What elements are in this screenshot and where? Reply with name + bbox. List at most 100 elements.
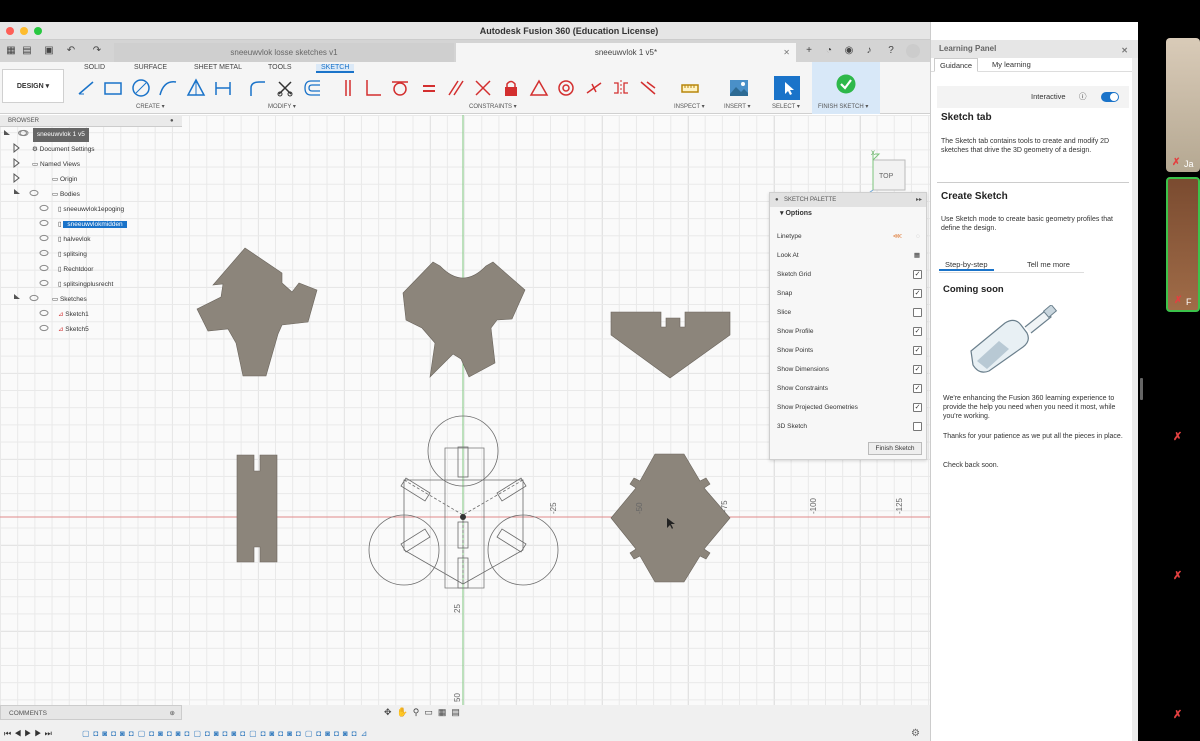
browser-collapse-icon[interactable]: ● (170, 115, 174, 127)
fillet-tool-icon[interactable] (247, 78, 267, 98)
palette-collapse-icon[interactable]: ▸▸ (916, 193, 922, 207)
workspace-switcher[interactable]: DESIGN ▾ (2, 69, 64, 103)
option-label: Look At (777, 252, 799, 259)
show-projected-checkbox[interactable]: ✓ (913, 403, 922, 412)
finish-sketch-group[interactable]: FINISH SKETCH ▾ (812, 62, 880, 114)
extensions-icon[interactable]: ◔ (822, 44, 836, 58)
construction-line-icon[interactable]: ⋘ (893, 227, 902, 246)
3d-sketch-checkbox[interactable] (913, 422, 922, 431)
sketch-palette-header[interactable]: ● SKETCH PALETTE ▸▸ (770, 193, 926, 207)
timeline-controls[interactable]: ⏮◀▶▶⏭ (4, 727, 55, 741)
group-modify-label[interactable]: MODIFY ▾ (268, 103, 296, 110)
file-menu-icon[interactable]: ▤ (20, 44, 34, 58)
group-select-label[interactable]: SELECT ▾ (772, 103, 800, 110)
redo-icon[interactable]: ↷ (90, 44, 104, 58)
close-tab-icon[interactable]: ✕ (783, 43, 790, 62)
doc-tab-losse-sketches[interactable]: sneeuwvlok losse sketches v1 (114, 43, 454, 62)
help-icon[interactable]: ? (884, 44, 898, 58)
show-points-checkbox[interactable]: ✓ (913, 346, 922, 355)
timeline-features[interactable]: ▢◘◙◘◙◘▢◘◙◘◙◘▢◘◙◘◙◘▢◘◙◘◙◘▢◘◙◘◙◘⊿ (82, 727, 371, 741)
symmetry-icon[interactable] (611, 78, 631, 98)
grid-icon[interactable]: ▦ (438, 707, 452, 717)
minimize-window-button[interactable] (20, 27, 28, 35)
browser-tree-expanders[interactable] (0, 127, 60, 347)
tangent-icon[interactable] (390, 78, 410, 98)
interactive-toggle[interactable] (1101, 92, 1119, 102)
arc-tool-icon[interactable] (158, 78, 178, 98)
timeline-play-icon[interactable]: ▶ (24, 729, 34, 738)
circle-tool-icon[interactable] (131, 78, 151, 98)
save-icon[interactable]: ▣ (42, 44, 56, 58)
sketch-grid-checkbox[interactable]: ✓ (913, 270, 922, 279)
notifications-icon[interactable]: ♪ (862, 44, 876, 58)
browser-item-label: halvevlok (63, 236, 91, 243)
participant-video-2-active[interactable]: ✗ F (1166, 177, 1200, 312)
group-insert-label[interactable]: INSERT ▾ (724, 103, 750, 110)
curvature-icon[interactable] (638, 78, 658, 98)
undo-icon[interactable]: ↶ (64, 44, 78, 58)
coincident-icon[interactable] (473, 78, 493, 98)
comments-collapse-icon[interactable]: ⊕ (170, 706, 175, 721)
midpoint-icon[interactable] (584, 78, 604, 98)
strip-resize-handle[interactable] (1140, 378, 1143, 400)
options-section[interactable]: ▾ Options (770, 207, 926, 221)
triangle-constraint-icon[interactable] (529, 78, 549, 98)
measure-icon[interactable] (680, 78, 700, 98)
tab-my-learning[interactable]: My learning (987, 58, 1036, 72)
tab-solid[interactable]: SOLID (84, 64, 105, 71)
slice-checkbox[interactable] (913, 308, 922, 317)
horizontal-vertical-icon[interactable] (338, 78, 358, 98)
snap-checkbox[interactable]: ✓ (913, 289, 922, 298)
parallel-icon[interactable] (446, 78, 466, 98)
timeline-first-icon[interactable]: ⏮ (4, 729, 14, 738)
job-status-icon[interactable]: ◉ (842, 44, 856, 58)
show-constraints-checkbox[interactable]: ✓ (913, 384, 922, 393)
zoom-icon[interactable]: ⚲ (413, 707, 425, 717)
select-tool[interactable] (774, 76, 800, 100)
show-profile-checkbox[interactable]: ✓ (913, 327, 922, 336)
group-constraints-label[interactable]: CONSTRAINTS ▾ (469, 103, 517, 110)
timeline-last-icon[interactable]: ⏭ (45, 729, 55, 738)
tab-sketch[interactable]: SKETCH (316, 64, 355, 73)
participant-video-1[interactable]: ✗ Ja (1166, 38, 1200, 172)
equal-icon[interactable] (419, 78, 439, 98)
group-inspect-label[interactable]: INSPECT ▾ (674, 103, 705, 110)
pan-icon[interactable]: ✋ (397, 707, 413, 717)
orbit-icon[interactable]: ✥ (384, 707, 397, 717)
fix-lock-icon[interactable] (501, 78, 521, 98)
line-tool-icon[interactable] (76, 78, 96, 98)
rectangle-tool-icon[interactable] (103, 78, 123, 98)
grid-menu-icon[interactable]: ▦ (4, 44, 18, 58)
show-dimensions-checkbox[interactable]: ✓ (913, 365, 922, 374)
tab-tools[interactable]: TOOLS (268, 64, 292, 71)
navigation-toolbar[interactable]: ✥✋⚲▭▦▤ (384, 705, 465, 720)
subtab-tell-me-more[interactable]: Tell me more (1027, 260, 1070, 269)
group-create-label[interactable]: CREATE ▾ (136, 103, 165, 110)
new-tab-icon[interactable]: + (802, 44, 816, 58)
tab-surface[interactable]: SURFACE (134, 64, 167, 71)
calendar-look-at-icon[interactable]: ▦ (914, 246, 920, 265)
timeline-prev-icon[interactable]: ◀ (14, 729, 24, 738)
insert-image-icon[interactable] (729, 78, 749, 98)
display-icon[interactable]: ▭ (424, 707, 438, 717)
profile-avatar[interactable] (906, 44, 920, 58)
timeline-next-icon[interactable]: ▶ (34, 729, 44, 738)
centerline-icon[interactable]: ◌ (916, 227, 920, 246)
tab-guidance[interactable]: Guidance (934, 58, 979, 72)
close-window-button[interactable] (6, 27, 14, 35)
perpendicular-icon[interactable] (363, 78, 383, 98)
offset-tool-icon[interactable] (303, 78, 323, 98)
timeline-settings-icon[interactable]: ⚙ (911, 728, 920, 739)
subtab-step-by-step[interactable]: Step-by-step (939, 260, 994, 271)
tab-sheet-metal[interactable]: SHEET METAL (194, 64, 242, 71)
viewport-icon[interactable]: ▤ (451, 707, 465, 717)
zoom-window-button[interactable] (34, 27, 42, 35)
info-icon[interactable]: ⓘ (1079, 86, 1087, 108)
trim-tool-icon[interactable] (275, 78, 295, 98)
comments-panel[interactable]: COMMENTS ⊕ (0, 705, 182, 720)
slot-tool-icon[interactable] (213, 78, 233, 98)
palette-finish-sketch-button[interactable]: Finish Sketch (868, 442, 922, 455)
concentric-icon[interactable] (556, 78, 576, 98)
doc-tab-sneeuwvlok[interactable]: sneeuwvlok 1 v5* ✕ (456, 43, 796, 62)
polygon-tool-icon[interactable] (186, 78, 206, 98)
